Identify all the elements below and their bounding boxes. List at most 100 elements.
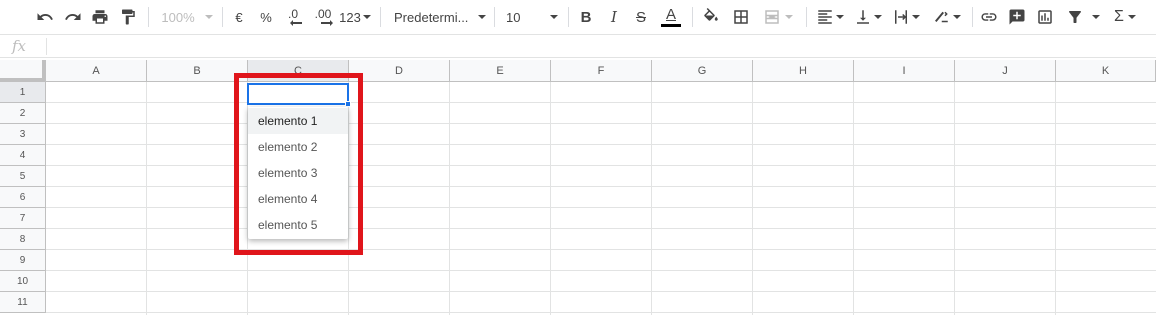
toolbar-divider <box>148 7 149 27</box>
row-header-1[interactable]: 1 <box>0 82 46 103</box>
print-button[interactable] <box>89 5 111 29</box>
percent-format-button[interactable]: % <box>259 5 273 29</box>
zoom-value: 100% <box>161 9 195 25</box>
chevron-down-icon <box>1127 15 1136 19</box>
cell-area[interactable] <box>46 82 1156 315</box>
decrease-decimals-button[interactable]: .0 <box>284 5 302 29</box>
chevron-down-icon <box>550 15 558 19</box>
column-header-h[interactable]: H <box>753 60 854 82</box>
formula-input[interactable] <box>54 39 1144 55</box>
number-format-label: 123 <box>339 9 361 25</box>
chart-icon <box>1038 10 1052 24</box>
toolbar: 100% € % .0 .00 123 Predetermi... 10 B I… <box>0 0 1156 34</box>
italic-button[interactable]: I <box>606 5 622 29</box>
borders-button[interactable] <box>730 5 752 29</box>
toolbar-divider <box>494 7 495 27</box>
text-rotation-button[interactable] <box>928 5 964 29</box>
undo-icon <box>37 13 53 20</box>
merge-cells-button[interactable] <box>758 5 798 29</box>
font-size-value: 10 <box>506 9 521 25</box>
percent-label: % <box>260 9 272 25</box>
filter-button[interactable] <box>1064 5 1102 29</box>
text-rotation-icon <box>935 11 948 23</box>
insert-comment-button[interactable] <box>1006 5 1028 29</box>
sum-label: Σ <box>1114 8 1124 25</box>
filter-icon <box>1069 10 1081 23</box>
link-icon <box>981 13 997 21</box>
chevron-down-icon <box>204 15 213 19</box>
font-select[interactable]: Predetermi... <box>394 5 486 29</box>
paint-format-icon <box>122 9 135 25</box>
chevron-down-icon <box>1092 15 1100 19</box>
text-color-button[interactable]: A <box>660 5 682 29</box>
column-header-g[interactable]: G <box>652 60 753 82</box>
chevron-down-icon <box>953 15 961 19</box>
dropdown-option[interactable]: elemento 4 <box>248 186 348 212</box>
font-size-select[interactable]: 10 <box>506 5 558 29</box>
currency-label: € <box>235 9 243 25</box>
spreadsheet-grid: ABCDEFGHIJK 1 2 3 4 5 6 7 8 9 10 11 <box>0 60 1156 315</box>
paint-format-button[interactable] <box>117 5 139 29</box>
toolbar-divider <box>972 7 973 27</box>
row-header-10[interactable]: 10 <box>0 271 46 292</box>
dropdown-option[interactable]: elemento 1 <box>248 108 348 134</box>
toolbar-divider <box>806 7 807 27</box>
redo-button[interactable] <box>62 5 84 29</box>
row-header-4[interactable]: 4 <box>0 145 46 166</box>
select-all-corner[interactable] <box>0 60 46 82</box>
text-wrapping-button[interactable] <box>890 5 922 29</box>
column-header-f[interactable]: F <box>551 60 652 82</box>
insert-link-button[interactable] <box>978 5 1000 29</box>
formula-bar: fx <box>0 34 1156 58</box>
arrow-right-icon <box>321 20 333 26</box>
strikethrough-button[interactable]: S <box>633 5 649 29</box>
text-wrap-icon <box>895 10 907 24</box>
add-comment-icon <box>1009 9 1025 25</box>
strikethrough-label: S <box>635 8 646 26</box>
dropdown-option[interactable]: elemento 2 <box>248 134 348 160</box>
row-header-8[interactable]: 8 <box>0 229 46 250</box>
column-header-a[interactable]: A <box>46 60 147 82</box>
row-header-5[interactable]: 5 <box>0 166 46 187</box>
column-header-d[interactable]: D <box>349 60 450 82</box>
column-header-i[interactable]: I <box>854 60 955 82</box>
print-icon <box>92 10 108 24</box>
active-cell[interactable] <box>247 83 351 107</box>
functions-button[interactable]: Σ <box>1110 5 1140 29</box>
column-header-e[interactable]: E <box>450 60 551 82</box>
row-header-3[interactable]: 3 <box>0 124 46 145</box>
undo-button[interactable] <box>34 5 56 29</box>
insert-chart-button[interactable] <box>1034 5 1056 29</box>
dropdown-option[interactable]: elemento 5 <box>248 212 348 238</box>
currency-format-button[interactable]: € <box>232 5 246 29</box>
dropdown-option[interactable]: elemento 3 <box>248 160 348 186</box>
toolbar-divider <box>222 7 223 27</box>
increase-decimals-button[interactable]: .00 <box>312 5 334 29</box>
number-format-select[interactable]: 123 <box>339 5 371 29</box>
row-header-6[interactable]: 6 <box>0 187 46 208</box>
chevron-down-icon <box>362 15 371 19</box>
horizontal-align-button[interactable] <box>814 5 846 29</box>
vertical-align-button[interactable] <box>852 5 884 29</box>
column-header-c[interactable]: C <box>248 60 349 82</box>
zoom-select[interactable]: 100% <box>160 5 214 29</box>
column-header-j[interactable]: J <box>955 60 1056 82</box>
chevron-down-icon <box>912 15 920 19</box>
italic-label: I <box>611 8 617 26</box>
row-header-2[interactable]: 2 <box>0 103 46 124</box>
align-left-icon <box>818 10 832 24</box>
fill-color-button[interactable] <box>700 5 722 29</box>
chevron-down-icon <box>836 15 844 19</box>
row-header-9[interactable]: 9 <box>0 250 46 271</box>
paint-bucket-icon <box>704 8 718 21</box>
row-header-11[interactable]: 11 <box>0 292 46 313</box>
borders-icon <box>734 10 748 24</box>
formula-bar-divider <box>46 38 47 55</box>
vertical-align-bottom-icon <box>857 10 869 24</box>
row-header-7[interactable]: 7 <box>0 208 46 229</box>
arrow-left-icon <box>290 20 302 26</box>
column-header-k[interactable]: K <box>1056 60 1156 82</box>
column-header-b[interactable]: B <box>147 60 248 82</box>
bold-button[interactable]: B <box>578 5 594 29</box>
chevron-down-icon <box>478 15 486 19</box>
